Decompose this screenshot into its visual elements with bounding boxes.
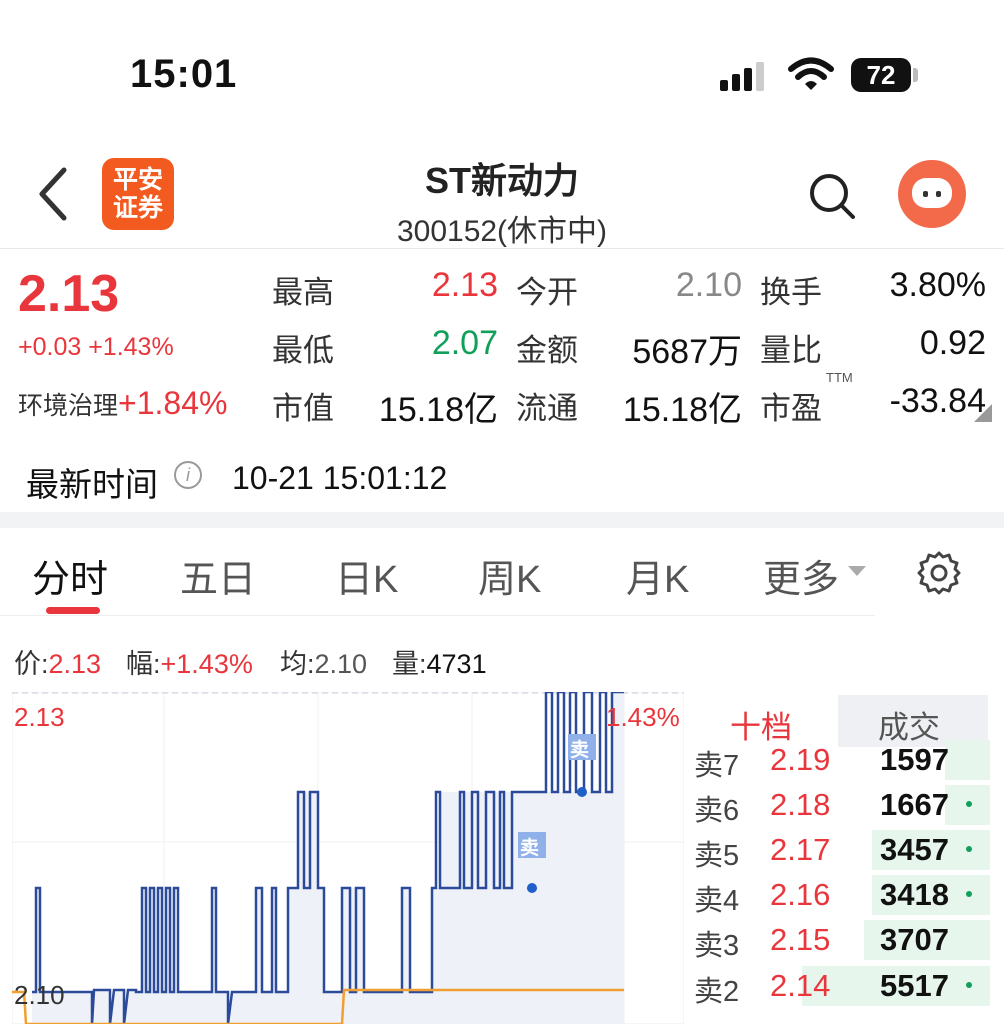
latest-time-label: 最新时间 xyxy=(26,466,158,503)
active-tab-underline xyxy=(46,607,100,614)
change-dot xyxy=(966,982,972,988)
row-volume: 3707 xyxy=(880,922,949,957)
section-gap xyxy=(0,512,1004,528)
sell-marker-label: 卖 xyxy=(570,740,590,761)
row-price: 2.16 xyxy=(770,877,831,912)
orderbook-row[interactable]: 卖6 2.18 1667 xyxy=(690,783,990,827)
divider xyxy=(0,248,1004,249)
value-high: 2.13 xyxy=(431,266,498,304)
tab-five-day[interactable]: 五日 xyxy=(180,548,256,603)
row-price: 2.17 xyxy=(770,832,831,867)
broker-logo: 平安 证券 xyxy=(102,158,174,230)
tabs-divider xyxy=(0,615,875,616)
tab-intraday[interactable]: 分时 xyxy=(32,548,108,603)
label-float-cap: 流通 xyxy=(516,391,578,426)
cellular-signal-icon xyxy=(720,62,764,91)
row-label: 卖3 xyxy=(694,930,740,962)
row-volume: 5517 xyxy=(880,968,949,1003)
wifi-icon xyxy=(788,57,834,90)
assistant-avatar-icon[interactable] xyxy=(898,160,966,228)
orderbook-row[interactable]: 卖3 2.15 3707 xyxy=(690,918,990,962)
trade-marker-dot xyxy=(577,787,587,797)
value-float-cap: 15.18亿 xyxy=(622,391,742,429)
back-arrow-icon[interactable] xyxy=(36,166,70,222)
trade-marker-dot xyxy=(527,883,537,893)
label-amount: 金额 xyxy=(516,333,578,368)
settings-gear-icon[interactable] xyxy=(916,550,962,596)
change-dot xyxy=(966,801,972,807)
orderbook-row[interactable]: 卖4 2.16 3418 xyxy=(690,873,990,917)
volume-bar xyxy=(945,740,990,780)
tab-weekly-k[interactable]: 周K xyxy=(478,548,541,603)
stock-code-status: 300152(休市中) xyxy=(396,215,608,248)
status-time: 15:01 xyxy=(130,52,238,96)
row-price: 2.15 xyxy=(770,922,831,957)
value-open: 2.10 xyxy=(675,266,742,304)
label-low: 最低 xyxy=(272,333,334,368)
info-volume: 量:4731 xyxy=(392,649,487,679)
price-change: +0.03 +1.43% xyxy=(18,333,174,361)
change-dot xyxy=(966,846,972,852)
stock-name: ST新动力 xyxy=(424,160,579,201)
tab-monthly-k[interactable]: 月K xyxy=(626,548,689,603)
sector-change: +1.84% xyxy=(118,385,228,421)
search-icon[interactable] xyxy=(806,170,858,222)
tab-daily-k[interactable]: 日K xyxy=(335,548,398,603)
row-price: 2.18 xyxy=(770,787,831,822)
sector-info[interactable]: 环境治理+1.84% xyxy=(18,385,227,422)
orderbook-row[interactable]: 卖5 2.17 3457 xyxy=(690,828,990,872)
battery-icon: 72 xyxy=(851,58,911,92)
value-market-cap: 15.18亿 xyxy=(378,391,498,429)
row-label: 卖6 xyxy=(694,795,740,827)
row-volume: 1597 xyxy=(880,742,949,777)
info-average: 均:2.10 xyxy=(280,649,368,679)
value-low: 2.07 xyxy=(431,324,498,362)
orderbook-row[interactable]: 卖2 2.14 5517 xyxy=(690,964,990,1008)
label-open: 今开 xyxy=(516,275,578,310)
row-label: 卖2 xyxy=(694,976,740,1008)
info-icon[interactable]: i xyxy=(174,461,202,489)
value-pe: -33.84 xyxy=(889,382,986,420)
label-volume-ratio: 量比 xyxy=(760,333,822,368)
sector-name: 环境治理 xyxy=(18,392,119,420)
change-dot xyxy=(966,891,972,897)
info-price: 价:2.13 xyxy=(14,649,102,679)
tab-more[interactable]: 更多 xyxy=(763,548,839,603)
current-price: 2.13 xyxy=(18,265,120,323)
label-turnover: 换手 xyxy=(760,275,822,310)
latest-time: 10-21 15:01:12 xyxy=(232,460,448,496)
row-price: 2.14 xyxy=(770,968,831,1003)
battery-tip xyxy=(913,68,918,82)
chart-top-price: 2.13 xyxy=(14,702,65,732)
value-volume-ratio: 0.92 xyxy=(919,324,986,362)
label-market-cap: 市值 xyxy=(272,391,334,426)
orderbook-row[interactable]: 卖7 2.19 1597 xyxy=(690,738,990,782)
value-turnover: 3.80% xyxy=(889,266,986,304)
chart-top-percent: 1.43% xyxy=(606,702,680,732)
row-label: 卖7 xyxy=(694,750,740,782)
chevron-down-icon[interactable] xyxy=(848,566,866,576)
label-high: 最高 xyxy=(272,275,334,310)
row-volume: 1667 xyxy=(880,787,949,822)
row-volume: 3457 xyxy=(880,832,949,867)
info-amplitude: 幅:+1.43% xyxy=(126,649,253,679)
chart-mid-price: 2.10 xyxy=(14,980,65,1010)
row-volume: 3418 xyxy=(880,877,949,912)
row-label: 卖4 xyxy=(694,885,740,917)
label-pe: 市盈 xyxy=(760,391,822,426)
expand-corner-icon[interactable] xyxy=(974,404,992,422)
row-price: 2.19 xyxy=(770,742,831,777)
sell-marker-label: 卖 xyxy=(520,838,540,859)
row-label: 卖5 xyxy=(694,840,740,872)
value-amount: 5687万 xyxy=(632,333,742,371)
